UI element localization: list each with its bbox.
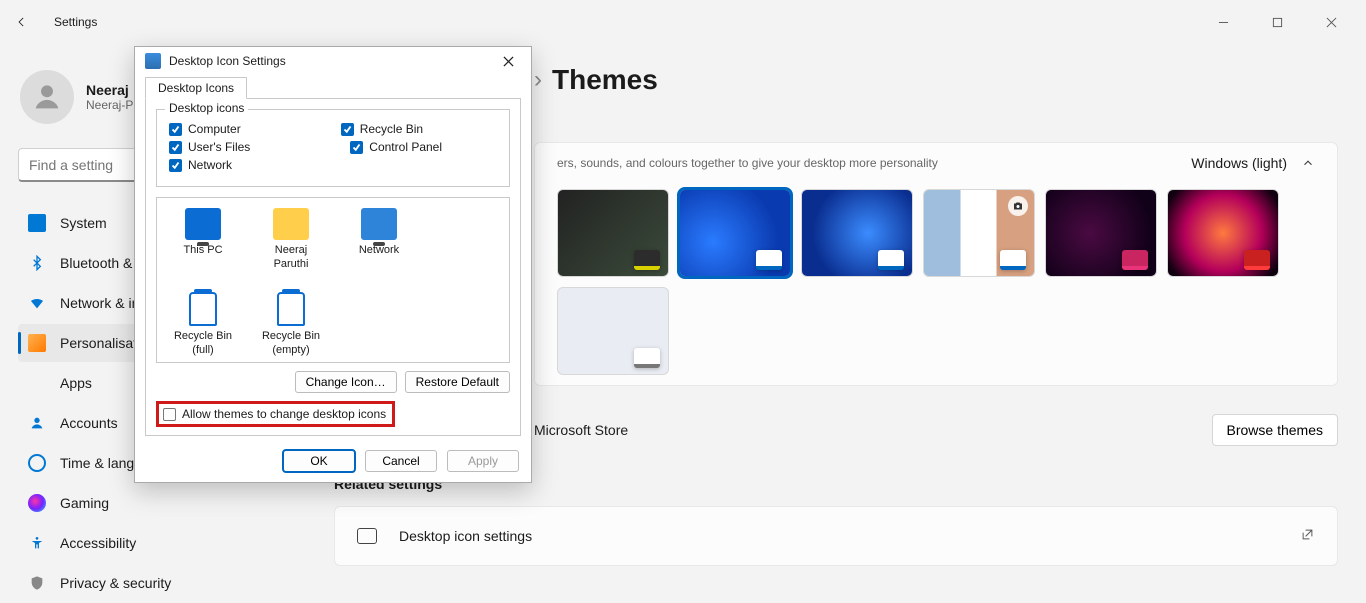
bluetooth-icon: [28, 254, 46, 272]
ok-button[interactable]: OK: [283, 450, 355, 472]
minimize-icon: [1218, 17, 1229, 28]
apps-icon: [28, 374, 46, 392]
allow-themes-checkbox-highlighted[interactable]: Allow themes to change desktop icons: [156, 401, 395, 427]
checkbox-users-files[interactable]: User's Files: [169, 140, 250, 154]
icon-item-recycle-empty[interactable]: Recycle Bin (empty): [257, 292, 325, 358]
brush-icon: [28, 334, 46, 352]
checkbox-computer[interactable]: Computer: [169, 122, 241, 136]
nav-label: Privacy & security: [60, 575, 171, 591]
icon-preview-grid[interactable]: This PC Neeraj Paruthi Network Recycle B…: [156, 197, 510, 363]
store-text: Microsoft Store: [534, 422, 628, 438]
related-item-desktop-icon-settings[interactable]: Desktop icon settings: [334, 506, 1338, 566]
theme-thumbnail[interactable]: [557, 287, 669, 375]
theme-thumbnail[interactable]: [1167, 189, 1279, 277]
clock-icon: [28, 454, 46, 472]
apply-button[interactable]: Apply: [447, 450, 519, 472]
theme-thumbnail[interactable]: [1045, 189, 1157, 277]
open-external-icon: [1300, 527, 1315, 545]
restore-default-button[interactable]: Restore Default: [405, 371, 510, 393]
themes-card: ers, sounds, and colours together to giv…: [534, 142, 1338, 386]
recycle-bin-full-icon: [189, 292, 217, 326]
sidebar-item-gaming[interactable]: Gaming: [18, 484, 300, 522]
camera-icon: [1008, 196, 1028, 216]
browse-themes-button[interactable]: Browse themes: [1212, 414, 1338, 446]
sidebar-item-accessibility[interactable]: Accessibility: [18, 524, 300, 562]
icon-item-user-folder[interactable]: Neeraj Paruthi: [257, 208, 325, 272]
back-button[interactable]: [6, 6, 38, 38]
close-icon: [503, 56, 514, 67]
checkbox-unchecked-icon: [163, 408, 176, 421]
nav-label: Accessibility: [60, 535, 136, 551]
arrow-left-icon: [15, 15, 29, 29]
nav-label: Apps: [60, 375, 92, 391]
monitor-icon: [357, 528, 377, 544]
accessibility-icon: [28, 534, 46, 552]
cancel-button[interactable]: Cancel: [365, 450, 437, 472]
current-theme-label: Windows (light): [1191, 155, 1287, 171]
maximize-button[interactable]: [1254, 6, 1300, 38]
avatar: [20, 70, 74, 124]
gaming-icon: [28, 494, 46, 512]
related-item-label: Desktop icon settings: [399, 528, 532, 544]
desktop-icons-group: Desktop icons Computer Recycle Bin User'…: [156, 109, 510, 187]
desktop-icon-settings-dialog: Desktop Icon Settings Desktop Icons Desk…: [134, 46, 532, 483]
sidebar-item-privacy[interactable]: Privacy & security: [18, 564, 300, 602]
current-theme-toggle[interactable]: Windows (light): [1191, 155, 1315, 171]
system-icon: [28, 214, 46, 232]
chevron-up-icon: [1301, 156, 1315, 170]
icon-item-this-pc[interactable]: This PC: [169, 208, 237, 272]
theme-thumbnail[interactable]: [801, 189, 913, 277]
app-title: Settings: [54, 15, 97, 29]
nav-label: Gaming: [60, 495, 109, 511]
user-name: Neeraj: [86, 82, 133, 98]
checkbox-network[interactable]: Network: [169, 158, 232, 172]
dialog-title: Desktop Icon Settings: [169, 54, 286, 68]
breadcrumb: › Themes: [534, 64, 1338, 96]
chevron-right-icon: ›: [534, 66, 542, 94]
checkbox-recycle-bin[interactable]: Recycle Bin: [341, 122, 423, 136]
nav-label: Accounts: [60, 415, 118, 431]
folder-icon: [273, 208, 309, 240]
theme-thumbnail[interactable]: [923, 189, 1035, 277]
dialog-tab-desktop-icons[interactable]: Desktop Icons: [145, 77, 247, 99]
minimize-button[interactable]: [1200, 6, 1246, 38]
dialog-close-button[interactable]: [493, 50, 523, 72]
user-email: Neeraj-P: [86, 98, 133, 112]
group-title: Desktop icons: [165, 101, 248, 115]
dialog-title-icon: [145, 53, 161, 69]
maximize-icon: [1272, 17, 1283, 28]
dialog-titlebar[interactable]: Desktop Icon Settings: [135, 47, 531, 75]
shield-icon: [28, 574, 46, 592]
network-icon: [361, 208, 397, 240]
titlebar: Settings: [0, 0, 1366, 44]
icon-item-network[interactable]: Network: [345, 208, 413, 272]
nav-label: System: [60, 215, 107, 231]
checkbox-control-panel[interactable]: Control Panel: [350, 140, 442, 154]
wifi-icon: [28, 294, 46, 312]
accounts-icon: [28, 414, 46, 432]
themes-description: ers, sounds, and colours together to giv…: [557, 156, 938, 170]
close-button[interactable]: [1308, 6, 1354, 38]
monitor-icon: [185, 208, 221, 240]
close-icon: [1326, 17, 1337, 28]
theme-thumbnail-selected[interactable]: [679, 189, 791, 277]
person-icon: [30, 80, 64, 114]
recycle-bin-empty-icon: [277, 292, 305, 326]
change-icon-button[interactable]: Change Icon…: [295, 371, 397, 393]
breadcrumb-current: Themes: [552, 64, 658, 96]
icon-item-recycle-full[interactable]: Recycle Bin (full): [169, 292, 237, 358]
theme-thumbnail[interactable]: [557, 189, 669, 277]
